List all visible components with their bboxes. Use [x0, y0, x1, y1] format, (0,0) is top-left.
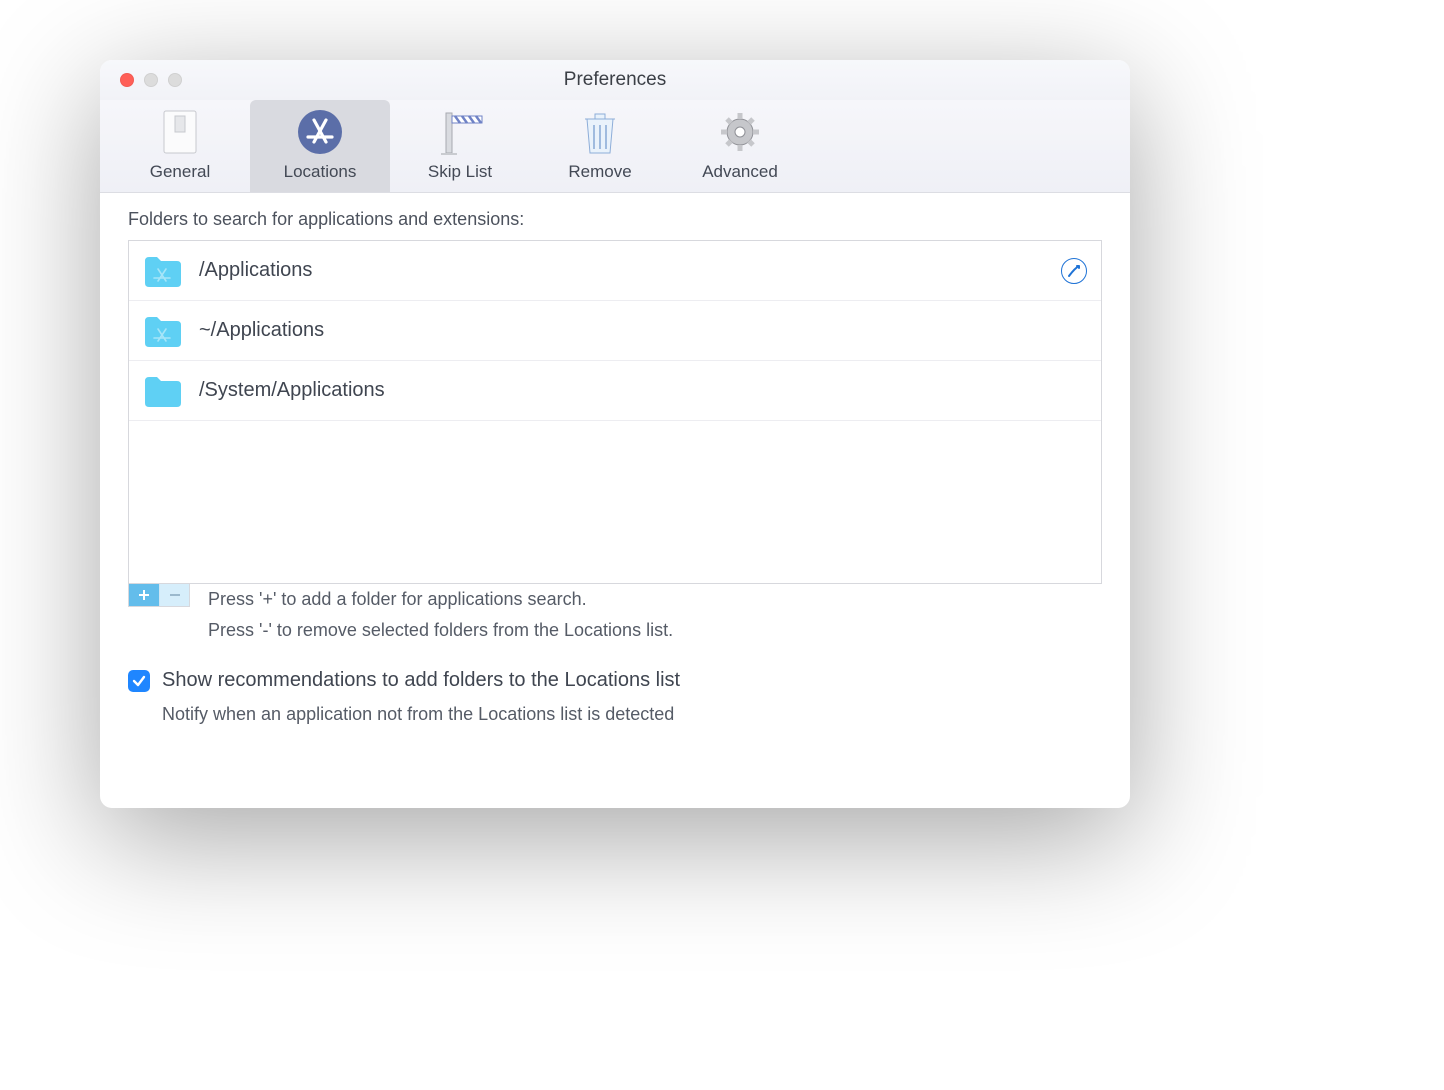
- folder-apps-icon: [143, 255, 181, 287]
- switch-icon: [156, 108, 204, 156]
- gear-icon: [716, 108, 764, 156]
- folder-icon: [143, 375, 181, 407]
- checkbox-label: Show recommendations to add folders to t…: [162, 669, 680, 692]
- close-window-button[interactable]: [120, 73, 134, 87]
- tab-label: Locations: [250, 162, 390, 182]
- show-recommendations-checkbox[interactable]: [128, 670, 150, 692]
- tab-general[interactable]: General: [110, 100, 250, 192]
- locations-list[interactable]: /Applications ~/Applications: [128, 240, 1102, 584]
- checkbox-sublabel: Notify when an application not from the …: [162, 704, 1102, 725]
- folder-apps-icon: [143, 315, 181, 347]
- tab-label: Remove: [530, 162, 670, 182]
- tab-label: Skip List: [390, 162, 530, 182]
- tab-skip-list[interactable]: Skip List: [390, 100, 530, 192]
- list-item[interactable]: ~/Applications: [129, 301, 1101, 361]
- app-store-icon: [296, 108, 344, 156]
- remove-folder-button[interactable]: [159, 584, 189, 606]
- window-controls: [100, 73, 182, 87]
- tab-locations[interactable]: Locations: [250, 100, 390, 192]
- hint-remove: Press '-' to remove selected folders fro…: [208, 615, 673, 646]
- list-item[interactable]: /Applications: [129, 241, 1101, 301]
- add-remove-group: [128, 584, 190, 607]
- tab-advanced[interactable]: Advanced: [670, 100, 810, 192]
- titlebar: Preferences: [100, 60, 1130, 100]
- minimize-window-button[interactable]: [144, 73, 158, 87]
- add-folder-button[interactable]: [129, 584, 159, 606]
- window-title: Preferences: [100, 69, 1130, 91]
- locations-pane: Folders to search for applications and e…: [100, 193, 1130, 808]
- hint-add: Press '+' to add a folder for applicatio…: [208, 584, 673, 615]
- preferences-toolbar: General Locations: [100, 100, 1130, 193]
- tab-label: General: [110, 162, 250, 182]
- list-item[interactable]: /System/Applications: [129, 361, 1101, 421]
- section-label: Folders to search for applications and e…: [128, 209, 1102, 230]
- reveal-in-finder-button[interactable]: [1061, 258, 1087, 284]
- tab-label: Advanced: [670, 162, 810, 182]
- hint-text: Press '+' to add a folder for applicatio…: [208, 584, 673, 645]
- barrier-icon: [436, 108, 484, 156]
- tab-remove[interactable]: Remove: [530, 100, 670, 192]
- folder-path: ~/Applications: [199, 319, 324, 342]
- preferences-window: Preferences General: [100, 60, 1130, 808]
- trash-icon: [576, 108, 624, 156]
- folder-path: /Applications: [199, 259, 312, 282]
- folder-path: /System/Applications: [199, 379, 385, 402]
- zoom-window-button[interactable]: [168, 73, 182, 87]
